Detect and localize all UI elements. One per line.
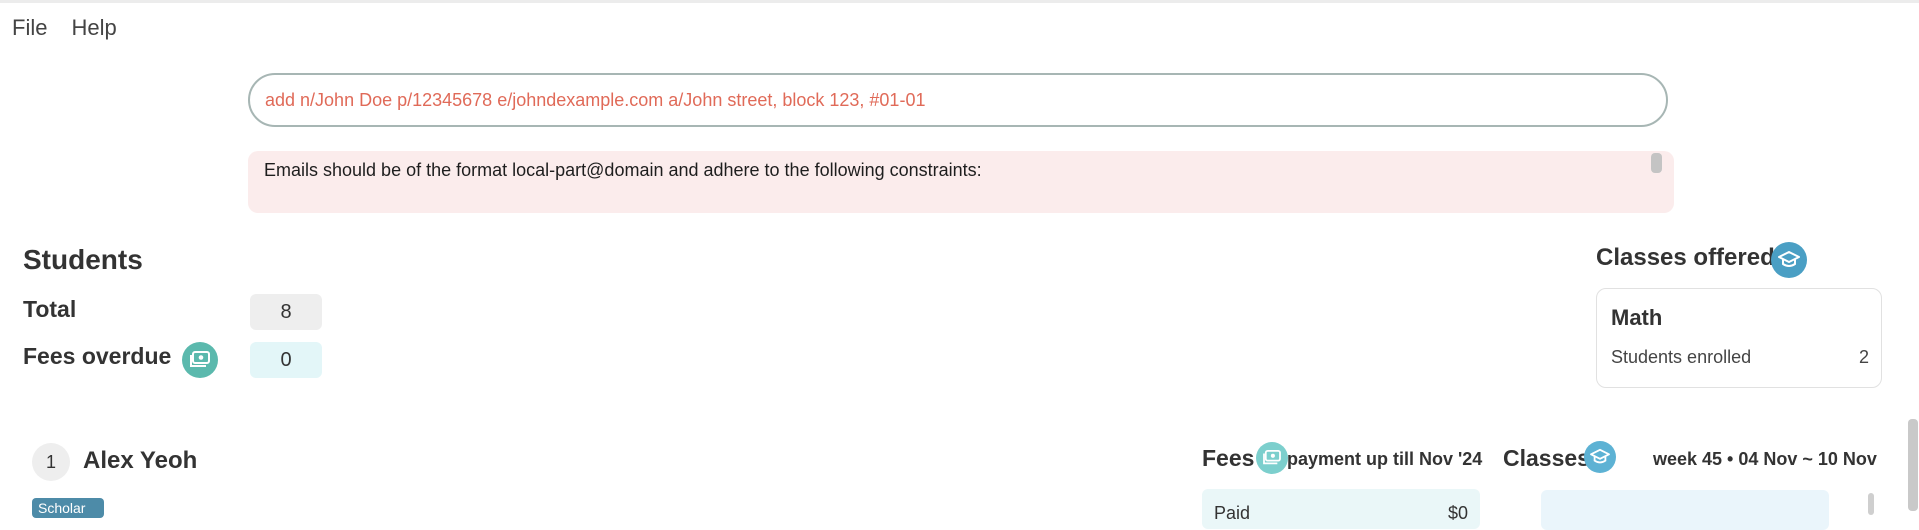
payment-status: payment up till Nov '24 — [1287, 449, 1483, 469]
result-display: Emails should be of the format local-par… — [248, 151, 1674, 213]
menu-help[interactable]: Help — [59, 15, 128, 41]
class-enrolled-count: 2 — [1858, 347, 1869, 367]
fees-overdue-value: 0 — [250, 342, 322, 378]
list-scrollbar[interactable] — [1908, 419, 1918, 511]
menu-file[interactable]: File — [0, 15, 59, 41]
total-value: 8 — [250, 294, 322, 330]
classes-offered-title: Classes offered — [1596, 244, 1775, 271]
result-scrollbar[interactable] — [1651, 153, 1662, 173]
total-label: Total — [23, 296, 77, 322]
menu-bar: File Help — [0, 8, 129, 48]
graduation-cap-icon — [1771, 242, 1807, 278]
student-tag: Scholar — [32, 498, 104, 518]
students-title: Students — [23, 244, 143, 275]
week-range: week 45 • 04 Nov ~ 10 Nov — [1653, 449, 1877, 469]
student-name: Alex Yeoh — [83, 447, 198, 474]
classes-card — [1541, 490, 1829, 530]
class-name: Math — [1611, 305, 1663, 330]
money-icon — [1256, 442, 1288, 474]
classes-heading: Classes — [1503, 445, 1590, 471]
money-icon — [182, 342, 218, 378]
card-scrollbar[interactable] — [1868, 493, 1874, 515]
graduation-cap-icon — [1584, 441, 1616, 473]
command-input-text[interactable]: add n/John Doe p/12345678 e/johndexample… — [265, 90, 925, 111]
fees-card-label: Paid — [1214, 503, 1251, 523]
window-top-border — [0, 0, 1919, 3]
command-input[interactable]: add n/John Doe p/12345678 e/johndexample… — [248, 73, 1668, 127]
fees-card: Paid $0 — [1202, 489, 1480, 529]
fees-overdue-label: Fees overdue — [23, 343, 172, 369]
student-index: 1 — [32, 443, 70, 481]
result-message: Emails should be of the format local-par… — [264, 160, 982, 180]
class-enrolled-label: Students enrolled — [1611, 347, 1752, 367]
fees-card-value: $0 — [1447, 503, 1468, 523]
fees-heading: Fees — [1202, 445, 1255, 471]
class-card-math[interactable]: Math Students enrolled 2 — [1596, 288, 1882, 388]
